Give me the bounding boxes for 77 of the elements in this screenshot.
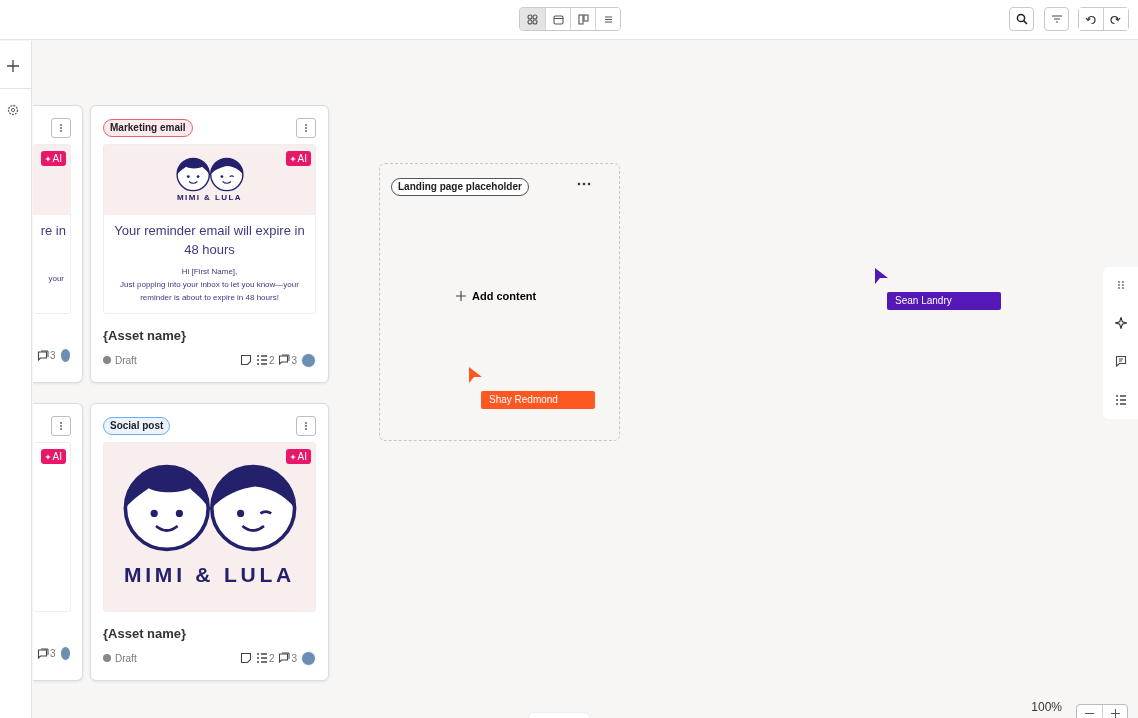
asset-name: {Asset name} [103,327,188,345]
ai-badge: AI [285,449,311,464]
user-cursor-label: Sean Landry [887,292,1001,310]
category-tag: Marketing email [103,119,193,137]
email-greeting: Hi [First Name], [180,266,239,278]
list-icon [602,13,614,25]
sparkle-icon [289,453,296,460]
note-icon [239,354,252,366]
settings-icon[interactable] [7,104,19,116]
avatar [301,352,316,368]
grid-view-tab[interactable] [520,8,545,30]
more-button[interactable] [296,416,316,436]
email-body-text: your [47,273,65,285]
zoom-control[interactable] [1076,704,1128,718]
filter-icon [1050,13,1063,25]
plus-icon[interactable] [7,60,19,72]
plus-icon [456,291,466,302]
checklist-icon [255,354,268,366]
user-cursor-label: Shay Redmond [481,391,595,409]
sparkle-icon [44,155,51,162]
grid-icon [527,13,538,25]
logo-text: MIMI & LULA [176,191,243,204]
status-label: Draft [115,651,137,666]
count-label: 3 [50,349,56,363]
more-button[interactable] [296,118,316,138]
faces-drawing [174,156,245,192]
avatar [59,348,71,363]
note-icon [239,652,252,664]
cursor-icon [469,367,482,383]
status-dot [103,654,111,662]
board-icon [577,13,589,25]
sparkle-icon [44,453,51,460]
sparkle-icon[interactable] [1114,316,1127,329]
comment-icon [278,652,291,664]
count-label: 3 [50,647,56,661]
drag-handle-icon[interactable] [1115,280,1126,291]
checklist-icon [255,652,268,664]
count-label: 3 [291,353,297,368]
more-icon[interactable] [577,182,591,186]
comment-icon[interactable] [1114,355,1127,368]
ai-badge: AI [40,151,66,166]
view-switcher[interactable] [519,7,621,31]
asset-name: {Asset name} [103,625,188,643]
count-label: 3 [291,651,297,666]
comment-icon [37,647,49,660]
count-label: 2 [268,651,275,666]
avatar [59,646,71,661]
search-button[interactable] [1009,7,1034,31]
filter-button[interactable] [1044,7,1069,31]
comment-icon [278,354,291,366]
count-label: 2 [268,353,275,368]
email-headline: re in [39,222,67,240]
category-tag: Social post [103,417,171,435]
cursor-icon [875,268,888,284]
avatar [301,650,316,666]
ai-badge: AI [40,449,66,464]
add-content-button[interactable]: Add content [454,286,539,307]
email-body-text: Just popping into your inbox to let you know—your reminder is about to expire in 48 hours! [119,279,300,304]
status-dot [103,356,111,364]
more-button[interactable] [51,416,71,436]
undo-redo-group[interactable] [1078,7,1129,31]
zoom-level: 100% [1031,699,1062,716]
plus-icon [1110,708,1120,718]
logo-text: MIMI & LULA [123,562,296,589]
redo-icon [1110,14,1122,26]
more-button[interactable] [51,118,71,138]
comment-icon [37,349,49,362]
email-headline: Your reminder email will expire in 48 hours [113,222,306,259]
undo-button[interactable] [1079,8,1104,30]
category-tag: Landing page placeholder [391,178,529,196]
status-label: Draft [115,353,137,368]
calendar-icon [552,13,564,25]
undo-icon [1085,14,1097,26]
sparkle-icon [289,155,296,162]
ai-badge: AI [285,151,311,166]
search-icon [1015,13,1028,25]
checklist-icon[interactable] [1114,393,1127,406]
